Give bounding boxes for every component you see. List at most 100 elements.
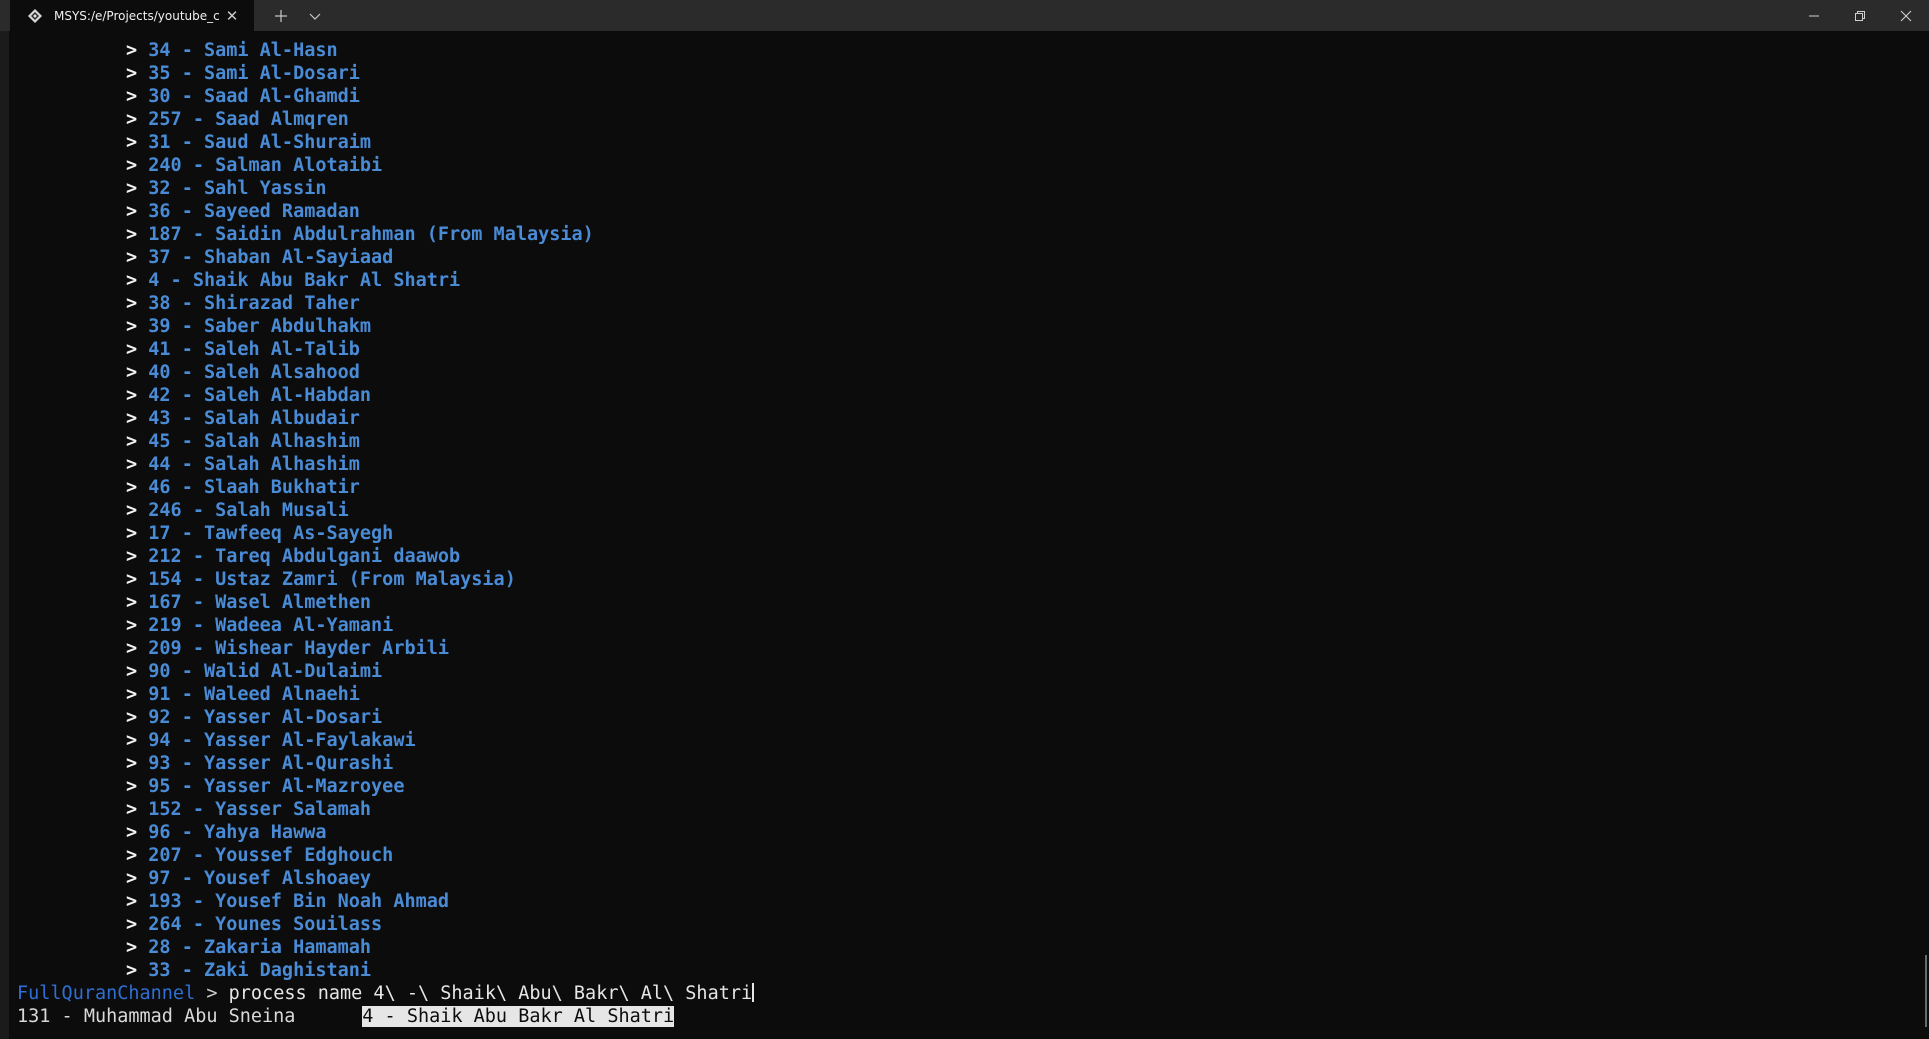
menu-marker: >: [126, 845, 138, 866]
window-controls: [1791, 0, 1929, 31]
menu-list: > 34 - Sami Al-Hasn > 35 - Sami Al-Dosari…: [17, 39, 754, 982]
scrollbar-thumb[interactable]: [1925, 955, 1927, 1027]
menu-marker: >: [126, 638, 138, 659]
menu-item[interactable]: > 32 - Sahl Yassin: [17, 177, 754, 200]
menu-item-label: 152 - Yasser Salamah: [148, 799, 372, 820]
prompt-name: FullQuranChannel: [17, 983, 196, 1004]
menu-item[interactable]: > 33 - Zaki Daghistani: [17, 959, 754, 982]
menu-item-label: 264 - Younes Souilass: [148, 914, 383, 935]
menu-item[interactable]: > 38 - Shirazad Taher: [17, 292, 754, 315]
menu-item[interactable]: > 17 - Tawfeeq As-Sayegh: [17, 522, 754, 545]
menu-marker: >: [126, 40, 138, 61]
menu-item[interactable]: > 167 - Wasel Almethen: [17, 591, 754, 614]
menu-marker: >: [126, 523, 138, 544]
menu-marker: >: [126, 914, 138, 935]
menu-item[interactable]: > 92 - Yasser Al-Dosari: [17, 706, 754, 729]
menu-item[interactable]: > 219 - Wadeea Al-Yamani: [17, 614, 754, 637]
menu-marker: >: [126, 799, 138, 820]
menu-item-label: 90 - Walid Al-Dulaimi: [148, 661, 383, 682]
msys-diamond-icon: [26, 7, 44, 25]
terminal-tab[interactable]: MSYS:/e/Projects/youtube_char ✕: [10, 0, 254, 31]
menu-item[interactable]: > 37 - Shaban Al-Sayiaad: [17, 246, 754, 269]
menu-marker: >: [126, 730, 138, 751]
menu-item[interactable]: > 207 - Youssef Edghouch: [17, 844, 754, 867]
menu-item-label: 35 - Sami Al-Dosari: [148, 63, 360, 84]
menu-item[interactable]: > 35 - Sami Al-Dosari: [17, 62, 754, 85]
menu-item[interactable]: > 43 - Salah Albudair: [17, 407, 754, 430]
menu-item[interactable]: > 44 - Salah Alhashim: [17, 453, 754, 476]
menu-item-label: 42 - Saleh Al-Habdan: [148, 385, 372, 406]
suggestion-item-selected[interactable]: 4 - Shaik Abu Bakr Al Shatri: [362, 1006, 675, 1027]
menu-marker: >: [126, 178, 138, 199]
menu-item[interactable]: > 94 - Yasser Al-Faylakawi: [17, 729, 754, 752]
close-tab-icon[interactable]: ✕: [220, 4, 244, 28]
close-icon: [1900, 10, 1912, 21]
menu-marker: >: [126, 776, 138, 797]
menu-item[interactable]: > 209 - Wishear Hayder Arbili: [17, 637, 754, 660]
menu-item-label: 30 - Saad Al-Ghamdi: [148, 86, 360, 107]
menu-item[interactable]: > 193 - Yousef Bin Noah Ahmad: [17, 890, 754, 913]
restore-button[interactable]: [1837, 0, 1883, 31]
menu-item[interactable]: > 91 - Waleed Alnaehi: [17, 683, 754, 706]
menu-item-label: 28 - Zakaria Hamamah: [148, 937, 372, 958]
menu-item[interactable]: > 45 - Salah Alhashim: [17, 430, 754, 453]
menu-item[interactable]: > 246 - Salah Musali: [17, 499, 754, 522]
menu-item[interactable]: > 264 - Younes Souilass: [17, 913, 754, 936]
menu-item-label: 212 - Tareq Abdulgani daawob: [148, 546, 461, 567]
menu-item[interactable]: > 40 - Saleh Alsahood: [17, 361, 754, 384]
menu-item[interactable]: > 31 - Saud Al-Shuraim: [17, 131, 754, 154]
menu-item[interactable]: > 42 - Saleh Al-Habdan: [17, 384, 754, 407]
menu-item[interactable]: > 93 - Yasser Al-Qurashi: [17, 752, 754, 775]
menu-item[interactable]: > 152 - Yasser Salamah: [17, 798, 754, 821]
menu-item-label: 45 - Salah Alhashim: [148, 431, 360, 452]
menu-marker: >: [126, 201, 138, 222]
menu-item[interactable]: > 90 - Walid Al-Dulaimi: [17, 660, 754, 683]
terminal-window: MSYS:/e/Projects/youtube_char ✕: [0, 0, 1929, 1039]
menu-marker: >: [126, 454, 138, 475]
menu-marker: >: [126, 224, 138, 245]
menu-item[interactable]: > 257 - Saad Almqren: [17, 108, 754, 131]
close-window-button[interactable]: [1883, 0, 1929, 31]
menu-marker: >: [126, 431, 138, 452]
menu-item-label: 207 - Youssef Edghouch: [148, 845, 394, 866]
suggestion-item[interactable]: 131 - Muhammad Abu Sneina: [17, 1006, 295, 1027]
menu-item[interactable]: > 34 - Sami Al-Hasn: [17, 39, 754, 62]
menu-item[interactable]: > 95 - Yasser Al-Mazroyee: [17, 775, 754, 798]
menu-item-label: 33 - Zaki Daghistani: [148, 960, 372, 981]
terminal-lines: > 34 - Sami Al-Hasn > 35 - Sami Al-Dosari…: [17, 39, 755, 1028]
minimize-icon: [1809, 15, 1819, 16]
menu-item[interactable]: > 187 - Saidin Abdulrahman (From Malaysi…: [17, 223, 754, 246]
menu-item-label: 167 - Wasel Almethen: [148, 592, 372, 613]
menu-marker: >: [126, 684, 138, 705]
menu-item[interactable]: > 39 - Saber Abdulhakm: [17, 315, 754, 338]
menu-item[interactable]: > 46 - Slaah Bukhatir: [17, 476, 754, 499]
menu-item[interactable]: > 96 - Yahya Hawwa: [17, 821, 754, 844]
menu-item[interactable]: > 28 - Zakaria Hamamah: [17, 936, 754, 959]
menu-marker: >: [126, 270, 138, 291]
menu-item-label: 43 - Salah Albudair: [148, 408, 360, 429]
command-input[interactable]: process name 4\ -\ Shaik\ Abu\ Bakr\ Al\…: [229, 983, 752, 1004]
menu-item[interactable]: > 97 - Yousef Alshoaey: [17, 867, 754, 890]
plus-icon: [275, 9, 287, 22]
menu-marker: >: [126, 615, 138, 636]
new-tab-button[interactable]: [264, 0, 298, 31]
menu-item[interactable]: > 4 - Shaik Abu Bakr Al Shatri: [17, 269, 754, 292]
menu-item-label: 94 - Yasser Al-Faylakawi: [148, 730, 416, 751]
menu-item-label: 36 - Sayeed Ramadan: [148, 201, 360, 222]
tab-dropdown-button[interactable]: [298, 0, 332, 31]
menu-marker: >: [126, 86, 138, 107]
minimize-button[interactable]: [1791, 0, 1837, 31]
menu-marker: >: [126, 293, 138, 314]
menu-item[interactable]: > 240 - Salman Alotaibi: [17, 154, 754, 177]
menu-item[interactable]: > 154 - Ustaz Zamri (From Malaysia): [17, 568, 754, 591]
menu-item[interactable]: > 212 - Tareq Abdulgani daawob: [17, 545, 754, 568]
menu-marker: >: [126, 822, 138, 843]
terminal-output[interactable]: > 34 - Sami Al-Hasn > 35 - Sami Al-Dosari…: [0, 31, 1929, 1039]
chevron-down-icon: [309, 13, 321, 20]
command-prompt-line[interactable]: FullQuranChannel > process name 4\ -\ Sh…: [17, 982, 755, 1005]
menu-item-label: 4 - Shaik Abu Bakr Al Shatri: [148, 270, 461, 291]
title-bar[interactable]: MSYS:/e/Projects/youtube_char ✕: [0, 0, 1929, 31]
menu-item[interactable]: > 36 - Sayeed Ramadan: [17, 200, 754, 223]
menu-item[interactable]: > 41 - Saleh Al-Talib: [17, 338, 754, 361]
menu-item[interactable]: > 30 - Saad Al-Ghamdi: [17, 85, 754, 108]
